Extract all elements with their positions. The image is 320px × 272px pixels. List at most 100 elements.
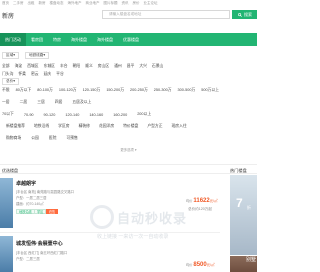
more-option[interactable]: 购物商场 [6,136,21,141]
price-dropdown[interactable]: 总价▾ [2,78,19,85]
district-option[interactable]: 石景山 [152,64,163,69]
area-option[interactable]: 200以上 [137,112,151,117]
top-link-info[interactable]: 资讯 [122,1,129,6]
room-option[interactable]: 五居及以上 [72,100,91,105]
top-link-home[interactable]: 首页 [2,1,9,6]
side-ad-banner[interactable] [230,175,257,255]
listing-address: [丰台区 西红门] 南五环西红门路口 [16,251,68,255]
price-filter: 不限 80万以下 80-100万 100-120万 120-150万 150-2… [0,88,257,93]
listing-layout: 户型：二居三居 [16,257,40,261]
more-option[interactable]: 可预售 [66,136,77,141]
feature-option[interactable]: 特价楼盘 [123,124,138,129]
top-link-overseas[interactable]: 海外地产 [68,1,82,6]
nav-item-special[interactable]: 特房 [48,37,66,43]
top-link-price[interactable]: 房价 [133,1,140,6]
price-prefix: 均价 [186,263,193,267]
district-option[interactable]: 丰台 [60,64,68,69]
area-filter: 70以下 70-90 90-120 120-140 140-160 160-20… [0,112,257,117]
watermark-logo-icon [90,205,114,229]
price-option[interactable]: 100-120万 [59,88,77,93]
price-option[interactable]: 150-200万 [106,88,124,93]
ad2-label: 别墅 [246,257,257,263]
feature-option[interactable]: 现房入住 [172,124,187,129]
nav-item-viewing-tour[interactable]: 看房团 [26,37,48,43]
price-option[interactable]: 不限 [2,88,10,93]
room-option[interactable]: 三居 [37,100,45,105]
ad-discount-number: 7 [236,196,243,210]
listing-name[interactable]: 城发恒伟·会展壹中心 [16,240,63,247]
price-option[interactable]: 80万以下 [16,88,32,93]
top-link-pictures[interactable]: 图片标题 [104,1,118,6]
feature-option[interactable]: 花园洋房 [99,124,114,129]
search-input[interactable]: 请输入楼盘名或地址 [102,10,230,19]
price-option[interactable]: 80-100万 [37,88,53,93]
subway-dropdown[interactable]: 地铁线路▾ [25,52,50,59]
listing-name[interactable]: 卓越朗宇 [16,180,36,187]
listing-thumbnail[interactable] [0,178,13,228]
district-filter: 全部 海淀 西城区 东城区 丰台 朝阳 顺义 房山区 通州 昌平 大兴 石景山 [0,64,257,69]
top-link-secondhand[interactable]: 二手房 [13,1,24,6]
area-option[interactable]: 140-160 [89,113,103,117]
feature-option[interactable]: 学区房 [58,124,69,129]
feature-option[interactable]: 新楼盘推荐 [6,124,25,129]
nav-item-discount[interactable]: 优惠楼盘 [118,37,144,43]
feature-option[interactable]: 精装修 [79,124,90,129]
listing-price: 均价11622元/㎡ [186,198,217,204]
district-option[interactable]: 通州 [114,64,122,69]
district-option[interactable]: 西城区 [27,64,38,69]
listing-tag: 在售 [46,209,59,214]
room-option[interactable]: 二居 [20,100,28,105]
top-link-new[interactable]: 新房 [39,1,46,6]
main-nav: 热门活动 看房团 特房 海外楼盘 海外楼盘 优惠楼盘 [0,33,257,46]
price-option[interactable]: 250-300万 [154,88,172,93]
area-option[interactable]: 70-90 [24,113,34,117]
area-option[interactable]: 70以下 [2,112,14,117]
expand-more-options[interactable]: 更多选项 ▾ [0,147,257,152]
district-option[interactable]: 门头沟 [2,72,13,77]
area-option[interactable]: 120-140 [65,113,79,117]
district-option[interactable]: 顺义 [85,64,93,69]
top-link-rent[interactable]: 出租 [28,1,35,6]
search-button[interactable]: 搜索 [232,10,257,19]
feature-option[interactable]: 户型方正 [147,124,162,129]
nav-item-overseas-1[interactable]: 海外楼盘 [66,37,92,43]
district-option[interactable]: 海淀 [15,64,23,69]
district-option[interactable]: 大兴 [139,64,147,69]
listing-total: 总价约120万起 [188,207,212,211]
area-option[interactable]: 90-120 [44,113,56,117]
top-link-commercial[interactable]: 商业地产 [86,1,100,6]
price-option[interactable]: 300-500万 [178,88,196,93]
district-option[interactable]: 平谷 [56,72,64,77]
listing-thumbnail[interactable] [0,236,13,272]
price-option[interactable]: 200-250万 [130,88,148,93]
district-option[interactable]: 房山区 [98,64,109,69]
feature-filter: 新楼盘推荐 地铁沿线 学区房 精装修 花园洋房 特价楼盘 户型方正 现房入住 [0,124,257,129]
district-option[interactable]: 延庆 [44,72,52,77]
district-option[interactable]: 昌平 [127,64,135,69]
district-option[interactable]: 怀柔 [18,72,26,77]
price-option[interactable]: 120-150万 [83,88,101,93]
room-option[interactable]: 一居 [2,100,10,105]
top-link-news[interactable]: 楼盘动态 [50,1,64,6]
nav-item-overseas-2[interactable]: 海外楼盘 [92,37,118,43]
page-title: 新房 [2,14,15,20]
district-option[interactable]: 朝阳 [73,64,81,69]
search-icon [238,12,242,17]
district-option[interactable]: 东城区 [44,64,55,69]
region-dropdown-label: 区域 [6,53,14,57]
ad-discount-label: 折 [247,205,251,210]
listing-price: 均价8500元/㎡ [186,262,214,268]
district-option[interactable]: 密云 [31,72,39,77]
top-link-forum[interactable]: 业主论坛 [144,1,158,6]
feature-option[interactable]: 地铁沿线 [34,124,49,129]
room-option[interactable]: 四居 [55,100,63,105]
price-option[interactable]: 500万以上 [201,88,219,93]
nav-item-hot-events[interactable]: 热门活动 [0,33,26,46]
section-title: 优选楼盘 [2,168,18,173]
region-dropdown[interactable]: 区域▾ [2,52,19,59]
district-option[interactable]: 全部 [2,64,10,69]
more-option[interactable]: 公园 [31,136,39,141]
area-option[interactable]: 160-200 [113,113,127,117]
chevron-down-icon: ▾ [134,148,137,152]
more-option[interactable]: 医院 [49,136,57,141]
